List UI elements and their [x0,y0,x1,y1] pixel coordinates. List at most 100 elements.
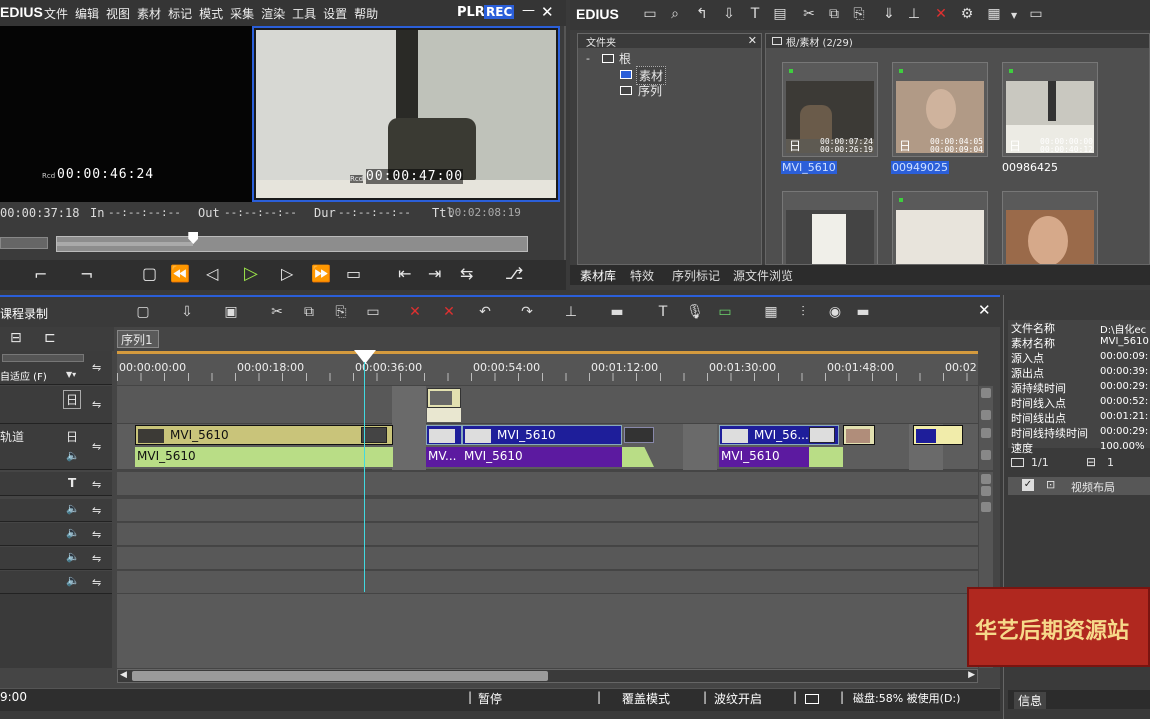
track-lane-a2[interactable] [117,523,978,546]
tab-sequence-markers[interactable]: 序列标记 [672,267,720,284]
import-icon[interactable]: ⇩ [720,5,738,23]
fit-dropdown-icon[interactable]: ▼▾ [66,370,76,379]
checkbox-icon[interactable]: ✓ [1022,479,1034,491]
send-icon[interactable]: ⊥ [905,5,923,23]
tab-info[interactable]: 信息 [1014,692,1047,709]
search-icon[interactable]: ⌕ [666,5,684,23]
bin-settings-icon[interactable]: ▭ [1027,5,1045,23]
open-project-icon[interactable]: ⇩ [178,303,196,321]
menu-clip[interactable]: 素材 [137,7,161,21]
track-arrows-icon[interactable]: ⇋ [92,398,101,411]
clip-thumb[interactable] [1002,191,1098,264]
marker-icon[interactable]: ▬ [608,303,626,321]
clip-name[interactable]: MVI_5610 [781,161,837,174]
new-sequence-icon[interactable]: ▢ [134,303,152,321]
menu-capture[interactable]: 采集 [230,7,254,21]
scroll-left-icon[interactable]: ◀ [120,670,127,680]
color-bar-icon[interactable]: ▤ [771,5,789,23]
track-arrows-icon[interactable]: ⇋ [92,440,101,453]
clip-thumb[interactable] [892,191,988,264]
loop-icon[interactable]: ▭ [346,264,361,283]
menu-help[interactable]: 帮助 [354,7,378,21]
folder-close-icon[interactable]: ✕ [748,34,757,47]
track-scroll-v[interactable] [979,386,993,470]
minimize-button[interactable]: — [522,3,535,18]
view-dropdown-icon[interactable]: ▼ [1011,11,1017,20]
track-arrows-icon[interactable]: ⇋ [92,504,101,517]
stop-icon[interactable]: ▢ [142,264,157,283]
clip-thumb[interactable]: 日 00:00:04:05 00:00:09:04 [892,62,988,157]
track-arrows-icon[interactable]: ⇋ [92,361,101,374]
mark-in-icon[interactable]: ⌐ [34,265,47,284]
delete-icon[interactable]: ✕ [932,5,950,23]
title-icon[interactable]: T [746,5,764,23]
rewind-icon[interactable]: ⏪ [170,264,190,283]
video-clip[interactable] [426,425,462,445]
menu-settings[interactable]: 设置 [323,7,347,21]
menu-render[interactable]: 渲染 [261,7,285,21]
color-wheel-icon[interactable]: ◉ [826,303,844,321]
clip-thumb[interactable]: 日 00:00:00:00 00:00:40:12 [1002,62,1098,157]
replace-icon[interactable]: ▭ [364,303,382,321]
track-lane-a3[interactable] [117,547,978,570]
grid-icon[interactable]: ▦ [762,303,780,321]
timeline-scroll-h[interactable]: ◀ ▶ [117,669,978,683]
menu-edit[interactable]: 编辑 [75,7,99,21]
output-icon[interactable]: ▭ [716,303,734,321]
menu-tools[interactable]: 工具 [292,7,316,21]
play-icon[interactable]: ▷ [244,263,258,284]
track-lane-v[interactable] [117,386,978,424]
audio-clip[interactable]: MV... [426,447,462,467]
zoom-slider[interactable] [2,354,84,362]
menu-view[interactable]: 视图 [106,7,130,21]
paste-icon[interactable]: ⎘ [850,5,868,23]
scroll-down-icon[interactable] [981,410,991,420]
close-button[interactable]: ✕ [541,3,554,21]
time-ruler[interactable]: 00:00:00:00 00:00:18:00 00:00:36:00 00:0… [117,351,978,385]
track-lane-t[interactable] [117,472,978,496]
tab-effects[interactable]: 特效 [630,267,654,284]
copy-icon[interactable]: ⧉ [825,5,843,23]
scroll-up-icon[interactable] [981,502,991,512]
track-arrows-icon[interactable]: ⇋ [92,528,101,541]
tab-source-browser[interactable]: 源文件浏览 [733,267,793,284]
track-lane-va[interactable]: MVI_5610 MVI_5610 MVI_5610 MV... MVI_561… [117,424,978,470]
cut-icon[interactable]: ✂ [800,5,818,23]
add-to-timeline-icon[interactable]: ⇓ [880,5,898,23]
video-clip[interactable] [913,425,963,445]
scroll-up-icon[interactable] [981,474,991,484]
delete-icon[interactable]: ✕ [406,303,424,321]
cut-icon[interactable]: ✂ [268,303,286,321]
clip-name[interactable]: 00986425 [1002,161,1058,174]
layout-icon[interactable]: ▬ [854,303,872,321]
undo-icon[interactable]: ↶ [476,303,494,321]
insert-icon[interactable]: ⇥ [428,264,441,283]
save-icon[interactable]: ▣ [222,303,240,321]
tab-bin[interactable]: 素材库 [580,267,616,284]
audio-clip[interactable]: MVI_5610 [462,447,622,467]
split-icon[interactable]: ⊥ [562,303,580,321]
layer-row[interactable]: ✓ ⊡ 视频布局 [1008,477,1150,495]
paste-icon[interactable]: ⎘ [332,303,350,321]
track-arrows-icon[interactable]: ⇋ [92,552,101,565]
mixer-icon[interactable]: ⫶ [794,303,812,321]
clip-name[interactable]: 00949025 [891,161,949,174]
small-clip[interactable] [427,388,461,408]
plr-toggle[interactable]: PLR [457,5,485,20]
tree-sequence[interactable]: 序列 [638,82,662,99]
video-clip[interactable]: MVI_5610 [462,425,622,445]
up-folder-icon[interactable]: ↰ [693,5,711,23]
scroll-down-icon[interactable] [981,450,991,460]
track-lane-a4[interactable] [117,571,978,594]
folder-icon[interactable]: ▭ [641,5,659,23]
track-arrows-icon[interactable]: ⇋ [92,576,101,589]
video-clip[interactable] [843,425,875,445]
step-forward-icon[interactable]: ▷ [281,264,293,283]
fit-dropdown[interactable]: 自适应 (F) [0,368,47,383]
match-frame-icon[interactable]: ⇤ [398,264,411,283]
fast-forward-icon[interactable]: ⏩ [311,264,331,283]
scroll-up-icon[interactable] [981,388,991,398]
sync-lock-icon[interactable]: ⊏ [44,330,56,346]
step-back-icon[interactable]: ◁ [206,264,218,283]
track-lane-a1[interactable] [117,499,978,522]
